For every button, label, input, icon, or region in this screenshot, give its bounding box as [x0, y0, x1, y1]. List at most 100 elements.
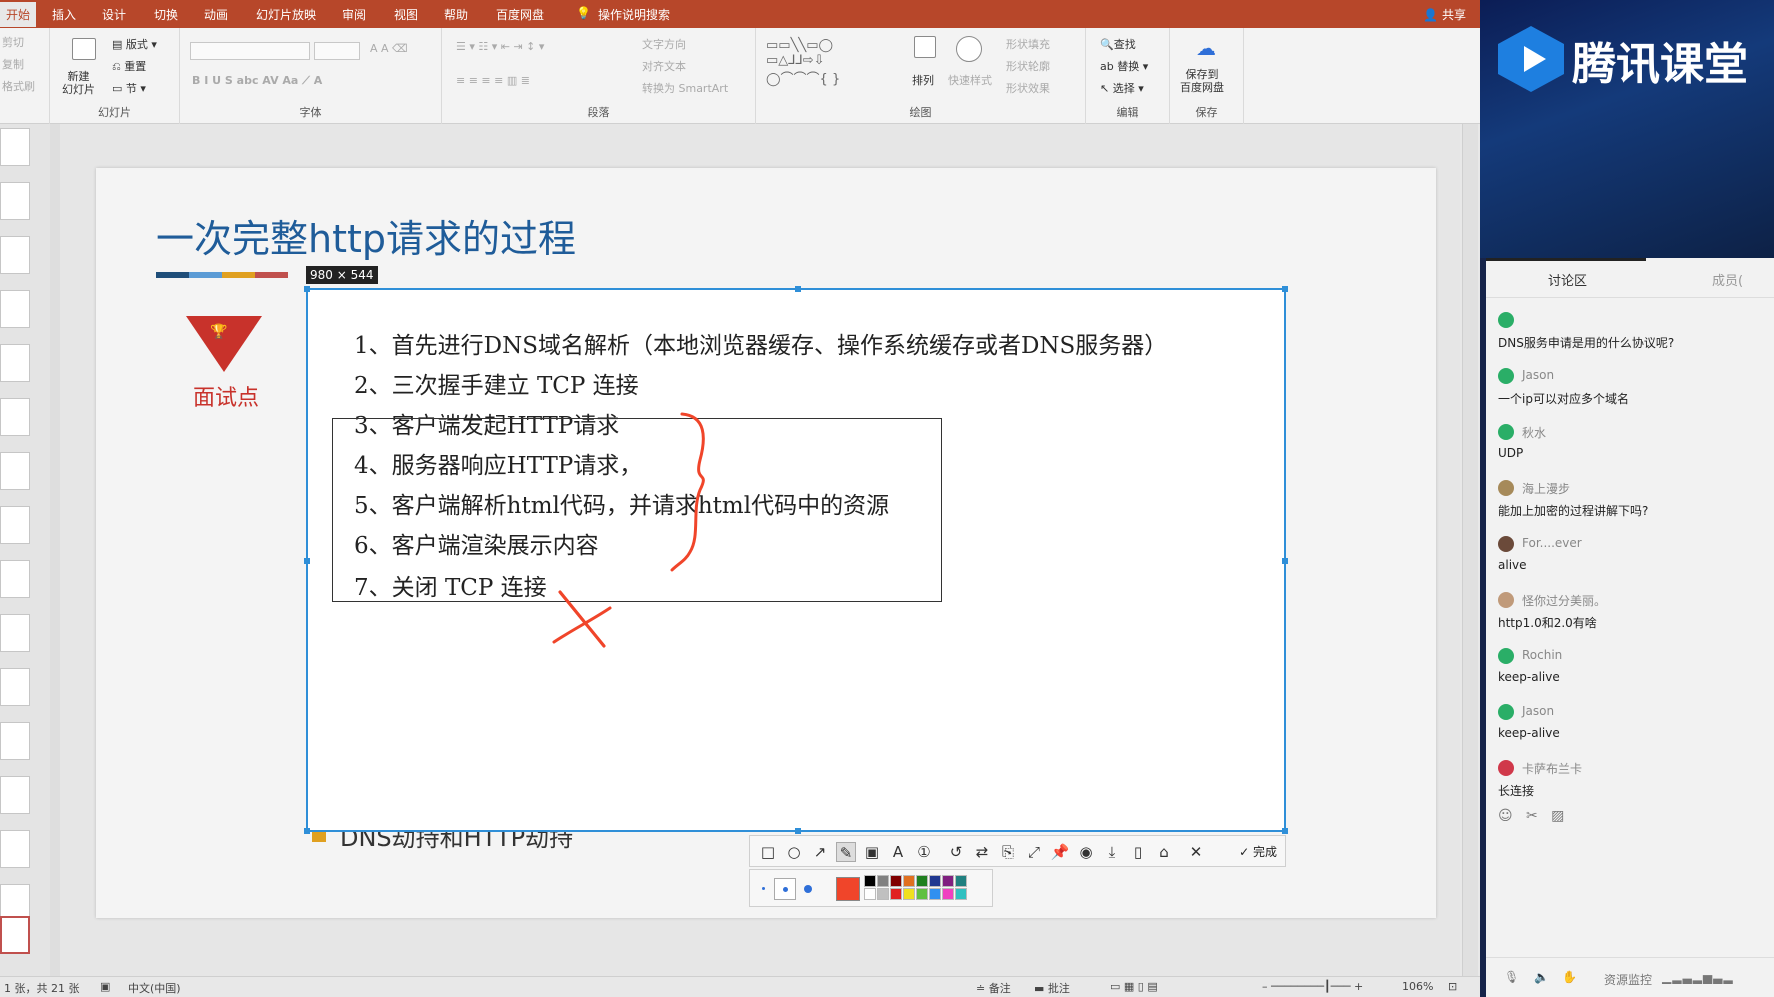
- long-capture-icon[interactable]: ⤢: [1024, 842, 1044, 862]
- image-icon[interactable]: ▨: [1551, 808, 1564, 824]
- thumbnails-scrollbar[interactable]: [50, 124, 60, 976]
- slide-thumbnail[interactable]: [0, 452, 30, 490]
- tab-help[interactable]: 帮助: [444, 6, 468, 23]
- bookmark-icon[interactable]: ⌂: [1154, 842, 1174, 862]
- color-swatch[interactable]: [942, 875, 954, 887]
- quick-styles-button[interactable]: 快速样式: [948, 72, 992, 88]
- tab-animations[interactable]: 动画: [204, 6, 228, 23]
- bullets-button[interactable]: ☰ ▾ ☷ ▾ ⇤ ⇥ ↕ ▾: [456, 40, 544, 53]
- close-icon[interactable]: ✕: [1186, 842, 1206, 862]
- resize-handle[interactable]: [304, 828, 310, 834]
- layout-button[interactable]: ▤ 版式 ▾: [112, 36, 157, 52]
- speaker-icon[interactable]: 🔈: [1534, 970, 1549, 984]
- slide-thumbnail[interactable]: [0, 722, 30, 760]
- text-tool-icon[interactable]: A: [888, 842, 908, 862]
- font-size-combo[interactable]: [314, 42, 360, 60]
- tab-design[interactable]: 设计: [102, 6, 126, 23]
- raise-hand-icon[interactable]: ✋: [1562, 970, 1577, 984]
- slide-thumbnail[interactable]: [0, 668, 30, 706]
- slide-thumbnail[interactable]: [0, 560, 30, 598]
- rectangle-tool-icon[interactable]: □: [758, 842, 778, 862]
- resize-handle[interactable]: [304, 286, 310, 292]
- arrange-button[interactable]: 排列: [912, 72, 934, 88]
- align-text-button[interactable]: 对齐文本: [642, 58, 686, 74]
- capture-region[interactable]: 1、首先进行DNS域名解析（本地浏览器缓存、操作系统缓存或者DNS服务器） 2、…: [304, 286, 1288, 834]
- zoom-level[interactable]: 106%: [1402, 980, 1433, 993]
- avatar[interactable]: [1498, 368, 1514, 384]
- record-icon[interactable]: ◉: [1076, 842, 1096, 862]
- format-painter-button[interactable]: 格式刷: [2, 78, 35, 94]
- slide-thumbnail[interactable]: [0, 344, 30, 382]
- share-button[interactable]: 👤 共享: [1423, 6, 1466, 23]
- resize-handle[interactable]: [1282, 828, 1288, 834]
- color-swatch[interactable]: [877, 875, 889, 887]
- color-swatch[interactable]: [942, 888, 954, 900]
- fit-slide-icon[interactable]: ⊡: [1448, 980, 1457, 993]
- slide-thumbnail[interactable]: [0, 290, 30, 328]
- mosaic-tool-icon[interactable]: ▣: [862, 842, 882, 862]
- copy-text-icon[interactable]: ⎘: [998, 842, 1018, 862]
- color-swatch[interactable]: [916, 875, 928, 887]
- slide-thumbnail-selected[interactable]: [0, 916, 30, 954]
- color-swatch[interactable]: [955, 875, 967, 887]
- slide-thumbnail[interactable]: [0, 506, 30, 544]
- bold-button[interactable]: B I U S abc AV Aa ⟋ A: [192, 74, 322, 88]
- comments-button[interactable]: ▬ 批注: [1034, 980, 1070, 996]
- color-swatch[interactable]: [890, 875, 902, 887]
- tab-view[interactable]: 视图: [394, 6, 418, 23]
- current-color-swatch[interactable]: [836, 877, 860, 901]
- section-button[interactable]: ▭ 节 ▾: [112, 80, 146, 96]
- resize-handle[interactable]: [795, 828, 801, 834]
- avatar[interactable]: [1498, 648, 1514, 664]
- tab-members[interactable]: 成员(: [1712, 270, 1743, 289]
- new-slide-button[interactable]: 新建 幻灯片: [62, 70, 95, 96]
- copy-button[interactable]: 复制: [2, 56, 24, 72]
- font-family-combo[interactable]: [190, 42, 310, 60]
- resize-handle[interactable]: [304, 558, 310, 564]
- cut-button[interactable]: 剪切: [2, 34, 24, 50]
- text-direction-button[interactable]: 文字方向: [642, 36, 686, 52]
- resize-handle[interactable]: [795, 286, 801, 292]
- tell-me-search[interactable]: 操作说明搜索: [598, 6, 670, 23]
- shape-fill-button[interactable]: 形状填充: [1006, 36, 1050, 52]
- slide-thumbnail[interactable]: [0, 398, 30, 436]
- size-large-dot[interactable]: [804, 885, 812, 893]
- translate-icon[interactable]: ⇄: [972, 842, 992, 862]
- pen-tool-icon[interactable]: ✎: [836, 842, 856, 862]
- slide-vertical-scrollbar[interactable]: [1462, 124, 1478, 976]
- avatar[interactable]: [1498, 760, 1514, 776]
- size-small-dot[interactable]: [762, 887, 765, 890]
- resize-handle[interactable]: [1282, 286, 1288, 292]
- tab-discussion[interactable]: 讨论区: [1548, 270, 1587, 289]
- slide-thumbnail[interactable]: [0, 614, 30, 652]
- slide-thumbnail[interactable]: [0, 236, 30, 274]
- slide-thumbnail[interactable]: [0, 182, 30, 220]
- arrow-tool-icon[interactable]: ↗: [810, 842, 830, 862]
- color-swatch[interactable]: [890, 888, 902, 900]
- slide-thumbnail[interactable]: [0, 830, 30, 868]
- resource-monitor-label[interactable]: 资源监控: [1604, 971, 1652, 988]
- color-swatch[interactable]: [955, 888, 967, 900]
- slide-thumbnail[interactable]: [0, 128, 30, 166]
- font-grow-button[interactable]: A A ⌫: [370, 42, 408, 55]
- find-button[interactable]: 🔍查找: [1100, 36, 1136, 52]
- avatar[interactable]: [1498, 536, 1514, 552]
- view-buttons[interactable]: ▭ ▦ ▯ ▤: [1110, 980, 1158, 993]
- download-icon[interactable]: ⤓: [1102, 842, 1122, 862]
- reset-button[interactable]: ⎌ 重置: [112, 58, 146, 74]
- color-swatch[interactable]: [929, 875, 941, 887]
- ellipse-tool-icon[interactable]: ○: [784, 842, 804, 862]
- number-tool-icon[interactable]: ①: [914, 842, 934, 862]
- slide-thumbnail[interactable]: [0, 776, 30, 814]
- tab-baidu[interactable]: 百度网盘: [496, 6, 544, 23]
- scissors-icon[interactable]: ✂: [1526, 808, 1538, 824]
- color-swatch[interactable]: [877, 888, 889, 900]
- tab-review[interactable]: 审阅: [342, 6, 366, 23]
- avatar[interactable]: [1498, 704, 1514, 720]
- interview-point-label[interactable]: 面试点: [186, 380, 266, 412]
- slide-title[interactable]: 一次完整http请求的过程: [156, 208, 576, 263]
- tab-slideshow[interactable]: 幻灯片放映: [256, 6, 316, 23]
- smartart-button[interactable]: 转换为 SmartArt: [642, 80, 728, 96]
- avatar[interactable]: [1498, 480, 1514, 496]
- shape-effects-button[interactable]: 形状效果: [1006, 80, 1050, 96]
